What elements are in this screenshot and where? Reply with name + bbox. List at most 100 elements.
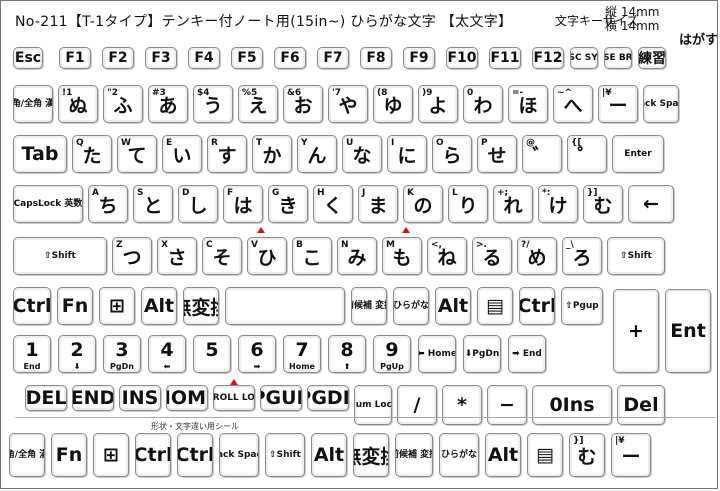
key-pause[interactable]: PAUSE BREAK	[604, 47, 632, 69]
key-u[interactable]: Uな	[342, 135, 382, 173]
key-f6[interactable]: F6	[274, 47, 306, 69]
key-hankaku[interactable]: 半角/全角 漢字	[13, 85, 53, 123]
key-np8[interactable]: 8 ⬆	[328, 335, 366, 373]
key-f4[interactable]: F4	[188, 47, 220, 69]
key-f2[interactable]: F2	[102, 47, 134, 69]
key-p[interactable]: Pせ	[477, 135, 517, 173]
key-v[interactable]: Vひ	[247, 237, 287, 275]
key-np5[interactable]: 5	[193, 335, 231, 373]
key-f[interactable]: Fは	[223, 185, 263, 223]
key-bracket[interactable]: {[゜	[567, 135, 607, 173]
key-s[interactable]: Sと	[133, 185, 173, 223]
key-yen[interactable]: |¥ ー	[598, 85, 638, 123]
key-muhenkan[interactable]: 無変換	[183, 287, 219, 325]
key-b-hankaku[interactable]: 半角/全角 漢字	[9, 433, 45, 477]
key-np-plus[interactable]: +	[613, 289, 659, 373]
key-a[interactable]: Aち	[88, 185, 128, 223]
key-k[interactable]: Kの	[403, 185, 443, 223]
key-henkan[interactable]: 前候補 変換	[351, 287, 387, 325]
key-f10[interactable]: F10	[446, 47, 478, 69]
key-comma[interactable]: <, ね	[427, 237, 467, 275]
key-n[interactable]: Nみ	[337, 237, 377, 275]
key-lctrl[interactable]: Ctrl	[13, 287, 51, 325]
key-lshift[interactable]: ⇧Shift	[13, 237, 107, 275]
key-kana[interactable]: カタカナ ひらがな ローマ字	[393, 287, 429, 325]
key-backslash[interactable]: _\ ろ	[562, 237, 602, 275]
key-b-closebracket[interactable]: }] む	[569, 433, 605, 477]
key-j[interactable]: Jま	[358, 185, 398, 223]
key-y[interactable]: Yん	[297, 135, 337, 173]
key-r[interactable]: Rす	[207, 135, 247, 173]
key-0[interactable]: 0わ	[463, 85, 503, 123]
key-at[interactable]: @ ゛	[522, 135, 562, 173]
key-pgdn[interactable]: PGDN	[307, 385, 349, 411]
key-q[interactable]: Qた	[72, 135, 112, 173]
key-f11[interactable]: F11	[489, 47, 521, 69]
key-e[interactable]: Eい	[162, 135, 202, 173]
key-g[interactable]: Gき	[268, 185, 308, 223]
key-2[interactable]: "2 ふ	[103, 85, 143, 123]
key-menu[interactable]: ▤	[477, 287, 513, 325]
key-t[interactable]: Tか	[252, 135, 292, 173]
key-pgup-arrow[interactable]: ⇧Pgup	[561, 287, 603, 325]
key-np9[interactable]: 9 PgUp	[373, 335, 411, 373]
key-pgup[interactable]: PGUP	[260, 385, 302, 411]
key-f9[interactable]: F9	[403, 47, 435, 69]
key-scrolllock[interactable]: SCROLL LOCK	[213, 385, 255, 411]
key-end-arrow[interactable]: ➡ End	[508, 335, 546, 373]
key-pgdn-arrow[interactable]: ⬇PgDn	[463, 335, 501, 373]
key-z[interactable]: Zつ	[112, 237, 152, 275]
key-b-muhenkan[interactable]: 無変換	[353, 433, 389, 477]
key-f7[interactable]: F7	[317, 47, 349, 69]
key-b-fn[interactable]: Fn	[51, 433, 87, 477]
key-esc[interactable]: Esc	[13, 47, 43, 69]
key-o[interactable]: Oら	[432, 135, 472, 173]
key-caret[interactable]: ~^ へ	[553, 85, 593, 123]
key-space[interactable]	[225, 287, 345, 325]
key-f5[interactable]: F5	[231, 47, 263, 69]
key-np1[interactable]: 1 End	[13, 335, 51, 373]
key-b-shift[interactable]: ⇧Shift	[265, 433, 305, 477]
key-slash[interactable]: ?/め	[517, 237, 557, 275]
key-h[interactable]: Hく	[313, 185, 353, 223]
key-semicolon[interactable]: +; れ	[493, 185, 533, 223]
key-home-arrow[interactable]: ⬅ Home	[418, 335, 456, 373]
key-b-henkan[interactable]: 前候補 変換	[395, 433, 433, 477]
key-np3[interactable]: 3 PgDn	[103, 335, 141, 373]
key-win[interactable]: ⊞	[99, 287, 135, 325]
key-rshift[interactable]: ⇧Shift	[607, 237, 665, 275]
key-7[interactable]: '7 や	[328, 85, 368, 123]
key-w[interactable]: Wて	[117, 135, 157, 173]
key-b-menu[interactable]: ▤	[527, 433, 563, 477]
key-prtsc[interactable]: PRTSC SYSRQ	[570, 47, 598, 69]
key-rctrl[interactable]: Ctrl	[519, 287, 555, 325]
key-f12[interactable]: F12	[532, 47, 564, 69]
key-home[interactable]: HOME	[166, 385, 208, 411]
key-8[interactable]: (8 ゆ	[373, 85, 413, 123]
key-b-backspace[interactable]: Back Space	[219, 433, 259, 477]
key-9[interactable]: )9 よ	[418, 85, 458, 123]
key-b-alt1[interactable]: Alt	[311, 433, 347, 477]
key-c[interactable]: Cそ	[202, 237, 242, 275]
key-backspace[interactable]: Back Space	[643, 85, 679, 123]
key-numlock[interactable]: Num Lock	[354, 385, 392, 425]
key-b-yen[interactable]: |¥ ー	[611, 433, 651, 477]
key-i[interactable]: Iに	[387, 135, 427, 173]
key-5[interactable]: %5 え	[238, 85, 278, 123]
key-ins[interactable]: INS	[119, 385, 161, 411]
key-m[interactable]: Mも	[382, 237, 422, 275]
key-np-minus[interactable]: −	[487, 385, 527, 425]
key-lalt[interactable]: Alt	[141, 287, 177, 325]
key-np0[interactable]: 0Ins	[532, 385, 612, 425]
key-np6[interactable]: 6 ➡	[238, 335, 276, 373]
key-f8[interactable]: F8	[360, 47, 392, 69]
key-np-multiply[interactable]: *	[442, 385, 482, 425]
key-6[interactable]: &6 お	[283, 85, 323, 123]
key-b-ctrl1[interactable]: Ctrl	[135, 433, 171, 477]
key-enter-tail[interactable]: ←	[628, 185, 674, 223]
key-b-ctrl2[interactable]: Ctrl	[177, 433, 213, 477]
key-colon[interactable]: *: け	[538, 185, 578, 223]
key-l[interactable]: Lり	[448, 185, 488, 223]
key-np-del[interactable]: Del	[617, 385, 665, 425]
key-b[interactable]: Bこ	[292, 237, 332, 275]
